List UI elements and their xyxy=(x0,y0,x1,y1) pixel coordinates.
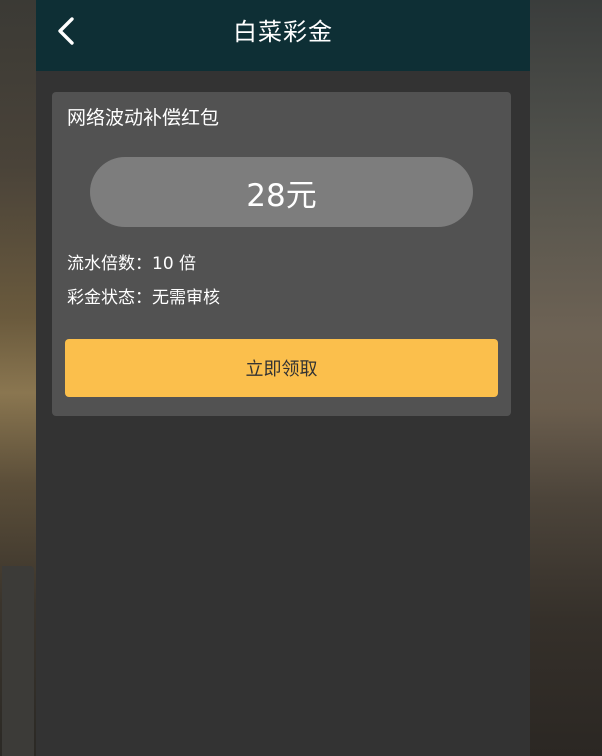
status-row: 彩金状态：无需审核 xyxy=(67,286,220,310)
status-label: 彩金状态： xyxy=(67,288,152,308)
claim-button[interactable]: 立即领取 xyxy=(65,339,498,397)
back-button[interactable] xyxy=(50,14,86,50)
top-navigation-bar: 白菜彩金 xyxy=(36,0,530,71)
turnover-row: 流水倍数：10 倍 xyxy=(67,252,196,276)
background-right xyxy=(530,0,602,756)
background-left-panel xyxy=(2,566,34,756)
bonus-amount: 28元 xyxy=(246,177,317,214)
bonus-amount-pill: 28元 xyxy=(90,157,473,227)
status-value: 无需审核 xyxy=(152,288,220,308)
turnover-value: 10 倍 xyxy=(152,254,197,274)
bonus-title: 网络波动补偿红包 xyxy=(67,107,220,129)
claim-button-label: 立即领取 xyxy=(245,359,318,380)
chevron-left-icon xyxy=(50,14,86,50)
page-title: 白菜彩金 xyxy=(233,18,333,46)
bonus-card: 网络波动补偿红包 28元 流水倍数：10 倍 彩金状态：无需审核 立即领取 xyxy=(52,92,511,416)
app-screen: 白菜彩金 网络波动补偿红包 28元 流水倍数：10 倍 彩金状态：无需审核 立即… xyxy=(36,0,530,756)
turnover-label: 流水倍数： xyxy=(67,254,152,274)
